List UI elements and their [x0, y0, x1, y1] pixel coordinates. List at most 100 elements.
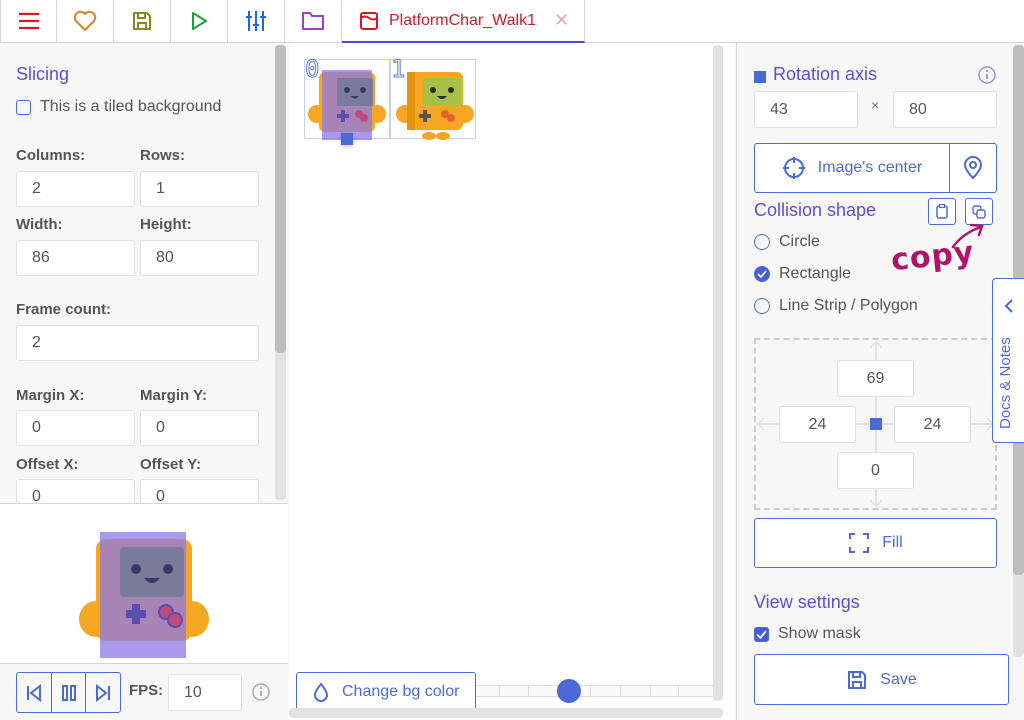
check-icon: [756, 630, 767, 639]
playback-controls: FPS: 10: [0, 663, 288, 720]
margin-y-label: Margin Y:: [140, 387, 207, 404]
shape-option-rectangle[interactable]: Rectangle: [754, 265, 851, 283]
left-scrollbar-thumb[interactable]: [275, 45, 286, 353]
left-scrollbar[interactable]: [275, 45, 286, 500]
copy-annotation-label: copy: [889, 234, 977, 279]
assets-button[interactable]: [285, 0, 342, 42]
shape-option-polygon[interactable]: Line Strip / Polygon: [754, 297, 918, 315]
rect-right-input[interactable]: 24: [894, 406, 971, 443]
fps-label: FPS:: [129, 682, 164, 699]
save-icon: [848, 670, 867, 689]
circle-label: Circle: [779, 233, 820, 250]
tab-platformchar-walk1[interactable]: PlatformChar_Walk1 ✕: [342, 0, 585, 43]
skip-forward-icon: [96, 683, 111, 702]
zoom-slider-track[interactable]: [469, 685, 719, 697]
rect-top-input[interactable]: 69: [837, 360, 914, 397]
pause-icon: [61, 684, 76, 701]
tiled-background-option[interactable]: This is a tiled background: [16, 98, 221, 116]
tiled-background-checkbox[interactable]: [16, 99, 31, 115]
save-button[interactable]: Save: [754, 654, 1009, 705]
width-input[interactable]: 86: [16, 240, 135, 276]
viewport-vertical-scrollbar[interactable]: [713, 45, 723, 701]
rotation-axis-x-input[interactable]: 43: [754, 91, 858, 128]
image-center-button[interactable]: Image's center: [754, 143, 950, 193]
rect-bottom-input[interactable]: 0: [837, 452, 914, 489]
top-bar: PlatformChar_Walk1 ✕: [0, 0, 1024, 43]
patrons-button[interactable]: [57, 0, 114, 42]
image-center-label: Image's center: [817, 159, 923, 176]
pause-button[interactable]: [52, 673, 87, 712]
frame-0-number: 0: [304, 55, 320, 84]
show-mask-option[interactable]: Show mask: [754, 625, 861, 643]
margin-x-input[interactable]: 0: [16, 410, 135, 446]
rows-label: Rows:: [140, 147, 185, 164]
info-icon[interactable]: [977, 65, 997, 85]
offset-x-input[interactable]: 0: [16, 479, 135, 503]
next-frame-button[interactable]: [86, 673, 120, 712]
margin-x-label: Margin X:: [16, 387, 85, 404]
rotation-axis-y-input[interactable]: 80: [893, 91, 997, 128]
check-icon: [757, 270, 767, 279]
offset-y-label: Offset Y:: [140, 456, 202, 473]
fullscreen-icon: [849, 533, 870, 553]
polygon-radio[interactable]: [754, 298, 770, 314]
menu-button[interactable]: [0, 0, 57, 42]
slicing-settings: Slicing This is a tiled background Colum…: [0, 43, 288, 503]
change-bg-color-label: Change bg color: [342, 683, 460, 700]
fps-input[interactable]: 10: [168, 674, 242, 711]
offset-x-label: Offset X:: [16, 456, 79, 473]
previous-frame-button[interactable]: [17, 673, 52, 712]
columns-input[interactable]: 2: [16, 171, 135, 207]
frame-1-number: 1: [390, 55, 406, 84]
view-settings-title: View settings: [754, 592, 860, 612]
rectangle-radio[interactable]: [754, 266, 770, 282]
offset-y-input[interactable]: 0: [140, 479, 259, 503]
rect-center-handle: [870, 418, 882, 430]
folder-icon: [302, 12, 324, 30]
docs-notes-label: Docs & Notes: [997, 337, 1014, 429]
collision-shape-title: Collision shape: [754, 200, 877, 220]
right-panel: Rotation axis 43 × 80 Image's center Col…: [736, 43, 1024, 720]
show-mask-checkbox[interactable]: [754, 626, 769, 642]
fill-label: Fill: [882, 534, 903, 551]
frame-count-input[interactable]: 2: [16, 325, 259, 361]
polygon-label: Line Strip / Polygon: [779, 297, 918, 314]
info-icon[interactable]: [251, 682, 271, 702]
slicing-title: Slicing: [16, 64, 70, 84]
texture-viewport[interactable]: 0 1 Change bg color: [289, 43, 735, 720]
character-preview-image: [79, 532, 209, 658]
play-icon: [192, 12, 207, 30]
shape-option-circle[interactable]: Circle: [754, 233, 820, 251]
margin-y-input[interactable]: 0: [140, 410, 259, 446]
height-label: Height:: [140, 216, 192, 233]
circle-radio[interactable]: [754, 234, 770, 250]
height-input[interactable]: 80: [140, 240, 259, 276]
rectangle-editor: 69 24 24 0: [754, 338, 997, 510]
pick-axis-button[interactable]: [949, 143, 997, 193]
save-label: Save: [880, 670, 917, 688]
chevron-left-icon: [1004, 299, 1013, 313]
save-project-button[interactable]: [114, 0, 171, 42]
rectangle-label: Rectangle: [779, 265, 852, 282]
crosshair-icon: [782, 157, 805, 179]
settings-button[interactable]: [228, 0, 285, 42]
axis-separator: ×: [871, 97, 880, 113]
viewport-horizontal-scrollbar[interactable]: [289, 708, 723, 718]
frame-count-label: Frame count:: [16, 301, 112, 318]
close-tab-icon[interactable]: ✕: [554, 10, 569, 31]
rotation-axis-title: Rotation axis: [773, 64, 878, 84]
fill-button[interactable]: Fill: [754, 518, 997, 568]
rect-left-input[interactable]: 24: [779, 406, 856, 443]
hamburger-icon: [18, 12, 39, 30]
launch-button[interactable]: [171, 0, 228, 42]
rotation-axis-marker-icon: [754, 71, 766, 83]
rotation-axis-handle[interactable]: [341, 133, 353, 145]
sprite-frame-1-image: [396, 72, 474, 140]
change-bg-color-button[interactable]: Change bg color: [296, 672, 476, 712]
zoom-slider-thumb[interactable]: [557, 679, 581, 703]
docs-notes-tab[interactable]: Docs & Notes: [992, 278, 1024, 443]
copy-icon: [972, 204, 986, 219]
rows-input[interactable]: 1: [140, 171, 259, 207]
left-panel: Slicing This is a tiled background Colum…: [0, 43, 288, 720]
heart-icon: [73, 10, 97, 31]
